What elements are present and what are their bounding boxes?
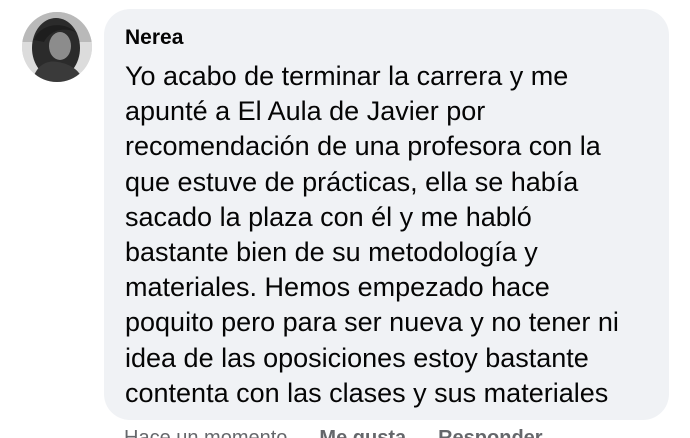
comment-bubble: Nerea Yo acabo de terminar la carrera y … [104, 9, 669, 420]
comment-screen: Nerea Yo acabo de terminar la carrera y … [0, 0, 690, 438]
comment-text-line: bastante bien de su metodología y [125, 237, 538, 268]
reply-button[interactable]: Responder [438, 426, 542, 438]
comment-timestamp[interactable]: Hace un momento [124, 426, 287, 438]
comment-actions: Hace un momento Me gusta Responder [124, 426, 543, 438]
comment-text-line: apunté a El Aula de Javier por [125, 96, 486, 127]
comment-text-line: sacado la plaza con él y me habló [125, 201, 532, 232]
comment-text-line: Yo acabo de terminar la carrera y me [125, 61, 569, 91]
comment-text-line: materiales. Hemos empezado hace [125, 272, 550, 303]
comment-text-line: que estuve de prácticas, ella se había [125, 166, 579, 197]
comment-text-line: poquito pero para ser nueva y no tener n… [125, 307, 619, 338]
comment-text-line: recomendación de una profesora con la [125, 131, 601, 162]
comment-text-line: contenta con las clases y sus materiales [125, 377, 609, 408]
avatar[interactable] [22, 12, 92, 82]
user-avatar-photo-icon [22, 12, 92, 82]
like-button[interactable]: Me gusta [319, 426, 406, 438]
comment-author[interactable]: Nerea [125, 23, 651, 53]
comment-body: Yo acabo de terminar la carrera y me apu… [125, 59, 651, 411]
comment-text-line: idea de las oposiciones estoy bastante [125, 342, 589, 373]
